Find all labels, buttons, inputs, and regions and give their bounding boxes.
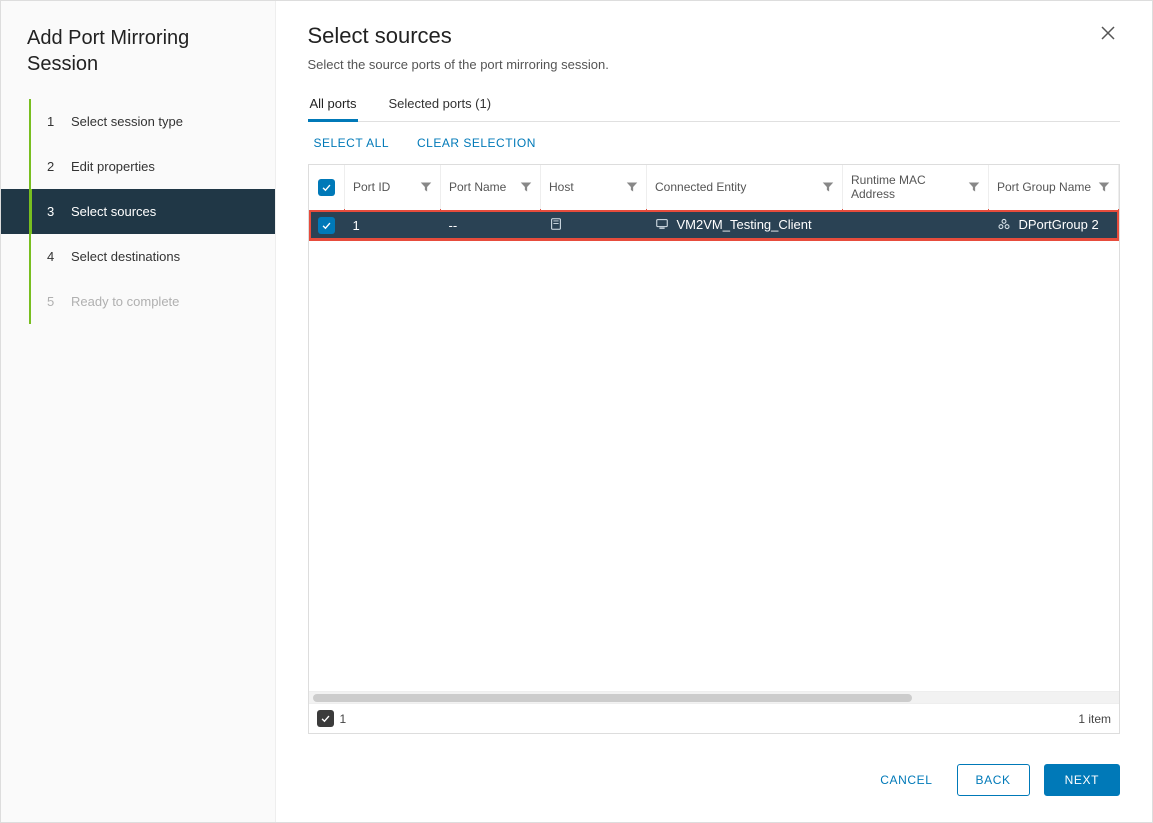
selected-indicator-icon <box>317 710 334 727</box>
back-button[interactable]: BACK <box>957 764 1030 796</box>
wizard-title: Add Port Mirroring Session <box>1 17 275 99</box>
table-row[interactable]: 1 -- VM2VM_Test <box>309 210 1119 240</box>
step-number: 4 <box>47 249 61 264</box>
filter-icon[interactable] <box>822 181 834 193</box>
step-label: Select destinations <box>71 249 180 264</box>
cell-port-group: DPortGroup 2 <box>989 210 1119 240</box>
column-host: Host <box>549 180 574 194</box>
filter-icon[interactable] <box>520 181 532 193</box>
step-label: Edit properties <box>71 159 155 174</box>
column-runtime-mac: Runtime MAC Address <box>851 173 964 202</box>
vm-icon <box>655 217 669 231</box>
step-number: 5 <box>47 294 61 309</box>
step-edit-properties[interactable]: 2 Edit properties <box>1 144 275 189</box>
cell-runtime-mac <box>843 210 989 240</box>
host-icon <box>549 217 563 231</box>
tab-all-ports[interactable]: All ports <box>308 90 359 121</box>
cell-port-id: 1 <box>345 210 441 240</box>
item-count: 1 item <box>1078 712 1111 726</box>
cell-connected-entity: VM2VM_Testing_Client <box>647 210 843 240</box>
tab-selected-ports[interactable]: Selected ports (1) <box>386 90 493 121</box>
step-label: Ready to complete <box>71 294 179 309</box>
cell-host <box>541 210 647 240</box>
page-subtitle: Select the source ports of the port mirr… <box>308 57 1121 72</box>
step-ready-to-complete: 5 Ready to complete <box>1 279 275 324</box>
select-all-checkbox[interactable] <box>318 179 335 196</box>
step-select-sources[interactable]: 3 Select sources <box>1 189 275 234</box>
step-label: Select sources <box>71 204 156 219</box>
selected-count: 1 <box>340 712 347 726</box>
step-number: 1 <box>47 114 61 129</box>
step-number: 3 <box>47 204 61 219</box>
page-title: Select sources <box>308 23 452 49</box>
filter-icon[interactable] <box>968 181 980 193</box>
filter-icon[interactable] <box>626 181 638 193</box>
close-icon[interactable] <box>1096 23 1120 46</box>
step-select-session-type[interactable]: 1 Select session type <box>1 99 275 144</box>
step-label: Select session type <box>71 114 183 129</box>
cell-port-name: -- <box>441 210 541 240</box>
horizontal-scrollbar[interactable] <box>309 691 1120 703</box>
column-port-group: Port Group Name <box>997 180 1091 194</box>
column-port-name: Port Name <box>449 180 506 194</box>
step-select-destinations[interactable]: 4 Select destinations <box>1 234 275 279</box>
filter-icon[interactable] <box>420 181 432 193</box>
column-connected-entity: Connected Entity <box>655 180 746 194</box>
row-checkbox[interactable] <box>318 217 335 234</box>
clear-selection-button[interactable]: CLEAR SELECTION <box>417 136 536 150</box>
step-number: 2 <box>47 159 61 174</box>
select-all-button[interactable]: SELECT ALL <box>314 136 390 150</box>
next-button[interactable]: NEXT <box>1044 764 1120 796</box>
cancel-button[interactable]: CANCEL <box>870 765 942 795</box>
filter-icon[interactable] <box>1098 181 1110 193</box>
column-port-id: Port ID <box>353 180 390 194</box>
port-group-icon <box>997 217 1011 231</box>
